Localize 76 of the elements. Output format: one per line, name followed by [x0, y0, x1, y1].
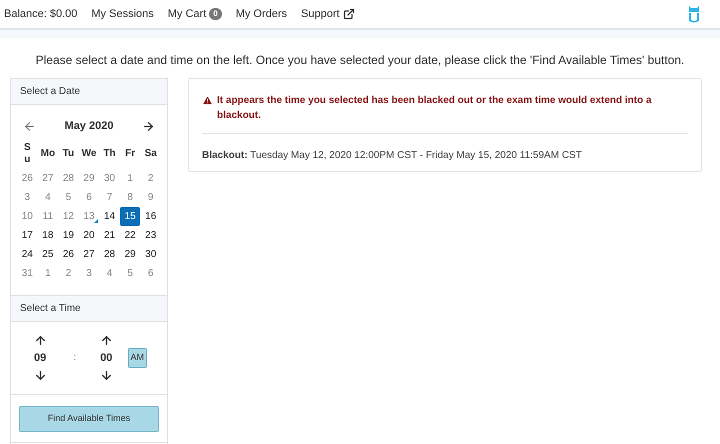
- nav-link[interactable]: My Sessions: [91, 6, 154, 22]
- time-separator: :: [73, 351, 76, 366]
- weekday-label: Sa: [144, 147, 158, 161]
- external-link-icon: [342, 8, 355, 20]
- meridiem-toggle[interactable]: AM: [128, 348, 147, 368]
- blackout-detail: Blackout: Tuesday May 12, 2020 12:00PM CST - Friday May 15, 2020 11:59AM CST: [202, 149, 583, 163]
- calendar-day[interactable]: 16: [140, 206, 161, 226]
- calendar-day[interactable]: 6: [78, 188, 100, 206]
- calendar-day[interactable]: 28: [58, 168, 79, 188]
- calendar-day[interactable]: 20: [78, 226, 100, 244]
- weekday-label: Mo: [40, 147, 56, 161]
- calendar-day[interactable]: 21: [99, 226, 120, 244]
- calendar-day[interactable]: 31: [17, 264, 38, 282]
- calendar-day[interactable]: 19: [58, 226, 79, 244]
- calendar-day[interactable]: 3: [78, 264, 100, 282]
- calendar-day[interactable]: 26: [17, 168, 38, 188]
- weekday-label: Fr: [124, 147, 136, 161]
- warning-icon: [202, 95, 213, 106]
- calendar-day[interactable]: 5: [58, 188, 79, 206]
- calendar-day[interactable]: 15: [120, 206, 140, 226]
- hour-value: 09: [34, 350, 46, 366]
- calendar-day[interactable]: 17: [17, 226, 38, 244]
- calendar-day[interactable]: 10: [17, 206, 38, 226]
- calendar-day[interactable]: 25: [38, 244, 58, 264]
- calendar-day[interactable]: 12: [58, 206, 79, 226]
- calendar-day[interactable]: 13: [78, 206, 100, 226]
- calendar-day[interactable]: 14: [99, 206, 120, 226]
- calendar-day[interactable]: 7: [99, 188, 120, 206]
- calendar-day[interactable]: 2: [58, 264, 79, 282]
- weekday-label: We: [80, 147, 98, 161]
- calendar-day[interactable]: 2: [140, 168, 161, 188]
- calendar-day[interactable]: 29: [120, 244, 140, 264]
- calendar-day[interactable]: 26: [58, 244, 79, 264]
- nav-link[interactable]: My Cart 0: [168, 6, 222, 22]
- calendar-day[interactable]: 27: [38, 168, 58, 188]
- calendar-day[interactable]: 1: [38, 264, 58, 282]
- calendar-day[interactable]: 5: [120, 264, 140, 282]
- weekday-label: Tu: [62, 147, 76, 161]
- next-month-button[interactable]: [142, 120, 155, 133]
- weekday-label: Su: [22, 140, 32, 166]
- calendar-day[interactable]: 3: [17, 188, 38, 206]
- calendar-day[interactable]: 4: [38, 188, 58, 206]
- calendar-day[interactable]: 30: [140, 244, 161, 264]
- calendar-day[interactable]: 1: [120, 168, 140, 188]
- minute-down-button[interactable]: [100, 369, 113, 382]
- instructions-text: Please select a date and time on the left. Once you have selected your date, please click the 'Find Available Times' button.: [34, 52, 686, 69]
- panel-header: Select a Time: [11, 294, 167, 322]
- calendar-day[interactable]: 27: [78, 244, 100, 264]
- minute-value: 00: [100, 350, 112, 366]
- calendar-day[interactable]: 4: [99, 264, 120, 282]
- calendar-day[interactable]: 11: [38, 206, 58, 226]
- calendar-day[interactable]: 28: [99, 244, 120, 264]
- calendar-day[interactable]: 30: [99, 168, 120, 188]
- hour-down-button[interactable]: [34, 369, 47, 382]
- cart-count-badge: 0: [209, 8, 222, 20]
- calendar-day[interactable]: 24: [17, 244, 38, 264]
- today-marker-icon: [94, 218, 98, 222]
- calendar-day[interactable]: 23: [140, 226, 161, 244]
- calendar-day[interactable]: 9: [140, 188, 161, 206]
- nav-link[interactable]: Support: [301, 6, 355, 22]
- panel-header: Select a Date: [11, 79, 167, 105]
- month-title: May 2020: [64, 119, 114, 134]
- balance-text: Balance: $0.00: [4, 6, 78, 22]
- hour-up-button[interactable]: [34, 334, 47, 346]
- find-available-times-button[interactable]: Find Available Times: [19, 406, 159, 432]
- calendar-day[interactable]: 6: [140, 264, 161, 282]
- previous-month-button[interactable]: [23, 120, 36, 133]
- calendar-day[interactable]: 29: [78, 168, 100, 188]
- calendar-day[interactable]: 22: [120, 226, 140, 244]
- weekday-label: Th: [102, 147, 117, 161]
- owl-logo-icon: [688, 5, 700, 23]
- nav-link[interactable]: My Orders: [236, 6, 288, 22]
- minute-up-button[interactable]: [100, 334, 113, 346]
- calendar-day[interactable]: 18: [38, 226, 58, 244]
- calendar-day[interactable]: 8: [120, 188, 140, 206]
- alert-message: It appears the time you selected has been blacked out or the exam time would extend into a blackout.: [217, 94, 653, 123]
